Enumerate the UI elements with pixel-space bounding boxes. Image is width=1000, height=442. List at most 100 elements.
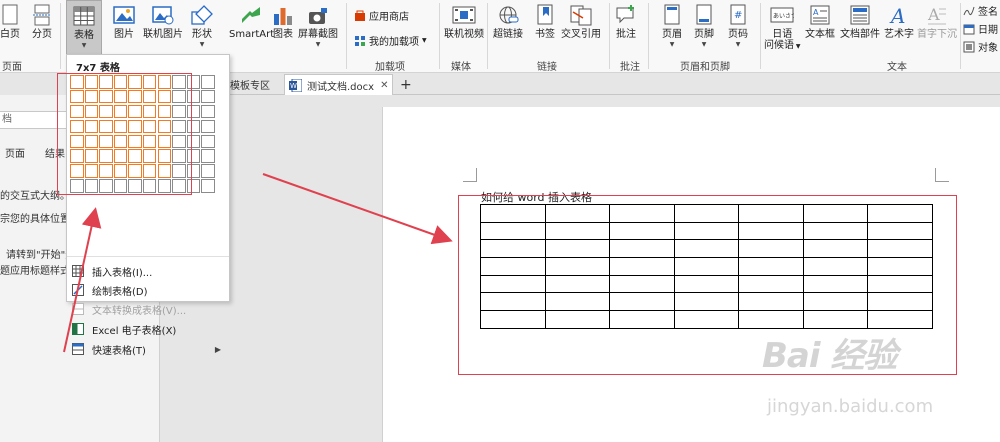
signature-icon [963,5,975,17]
quick-table-icon [72,343,84,355]
excel-sheet-icon [72,323,84,335]
chevron-right-icon: ▶ [214,344,221,354]
store-button[interactable]: 应用商店 [354,8,409,23]
online-video-icon [452,3,476,27]
my-addins-button[interactable]: 我的加载项 ▼ [354,33,427,48]
wordart-icon: A [887,3,911,27]
page-break-icon [30,3,54,27]
store-icon [354,10,366,22]
date-button[interactable]: 日期 [963,21,998,36]
plus-icon: + [400,76,412,93]
grid-cell[interactable] [201,104,215,119]
shapes-button[interactable]: 形状 ▼ [190,0,214,48]
smartart-button[interactable]: SmartArt [229,0,274,41]
footer-button[interactable]: 页脚 ▼ [692,0,716,48]
chart-button[interactable]: 图表 [271,0,295,41]
grid-cell[interactable] [201,134,215,149]
table-label: 表格 [74,30,94,41]
japanese-greeting-button[interactable]: あいさつ 日语 问候语 ▼ [764,0,801,52]
wordart-label: 艺术字 [884,29,914,40]
screenshot-button[interactable]: 屏幕截图 ▼ [298,0,338,48]
smartart-icon [240,3,264,27]
group-label-text: 文本 [887,62,907,73]
object-button[interactable]: 对象 [963,39,998,54]
svg-text:W: W [290,82,297,90]
online-picture-icon [151,3,175,27]
japanese-greeting-label: 日语 问候语 ▼ [764,29,801,52]
draw-table-icon [72,284,84,296]
menu-item-text-to-table[interactable]: 文本转换成表格(V)... [67,299,229,319]
nav-tab-pages[interactable]: 页面 [5,145,25,160]
cross-reference-button[interactable]: 交叉引用 [561,0,601,41]
bookmark-button[interactable]: 书签 [533,0,557,41]
grid-cell[interactable] [201,164,215,178]
add-tab-button[interactable]: + [400,74,412,95]
group-label-addins: 加载项 [375,62,405,73]
header-button[interactable]: 页眉 ▼ [660,0,684,48]
menu-item-label: 插入表格(I)... [92,267,153,279]
online-video-button[interactable]: 联机视频 [444,0,484,41]
tab-document-label: 测试文档.docx [307,81,375,93]
online-video-label: 联机视频 [444,29,484,40]
menu-item-excel-sheet[interactable]: Excel 电子表格(X) [67,319,229,339]
cross-reference-label: 交叉引用 [561,29,601,40]
online-picture-button[interactable]: 联机图片 [143,0,183,41]
menu-item-insert-table[interactable]: 插入表格(I)... [67,261,229,281]
tab-template-label: 模板专区 [230,81,270,92]
table-icon [72,4,96,28]
header-label: 页眉 [662,29,682,40]
group-separator [609,3,610,69]
menu-item-label: 快速表格(T) [92,345,146,357]
insert-table-icon [72,265,84,277]
chevron-down-icon: ▼ [794,43,801,50]
dropcap-button[interactable]: A 首字下沉 [917,0,957,41]
greeting-icon: あいさつ [770,3,794,27]
menu-item-draw-table[interactable]: 绘制表格(D) [67,280,229,300]
grid-cell[interactable] [201,179,215,193]
greeting-label-line2: 问候语 [764,40,794,51]
chevron-down-icon: ▼ [81,42,87,49]
grid-cell[interactable] [201,149,215,163]
menu-item-quick-table[interactable]: 快速表格(T) ▶ [67,339,229,359]
group-label-links: 链接 [537,62,557,73]
group-label-comments: 批注 [620,62,640,73]
hyperlink-icon [496,3,520,27]
table-button[interactable]: 表格 ▼ [66,0,102,56]
page-break-label: 分页 [32,29,52,40]
grid-cell[interactable] [201,119,215,134]
page-break-button[interactable]: 分页 [30,0,54,41]
close-icon[interactable]: ✕ [380,80,388,91]
blank-page-button[interactable]: 白页 [0,0,22,41]
shapes-icon [190,3,214,27]
grid-cell[interactable] [201,75,215,89]
hyperlink-button[interactable]: 超链接 [493,0,523,41]
textbox-button[interactable]: A 文本框 [805,0,835,41]
comment-label: 批注 [616,29,636,40]
my-addins-label: 我的加载项 [369,37,419,48]
chevron-down-icon: ▼ [199,41,205,48]
word-doc-icon: W [289,78,303,92]
picture-button[interactable]: 图片 [112,0,136,41]
page-number-button[interactable]: # 页码 ▼ [726,0,750,48]
group-label-pages: 页面 [2,62,22,73]
wordart-button[interactable]: A 艺术字 [884,0,914,41]
comment-button[interactable]: 批注 [614,0,638,41]
textbox-label: 文本框 [805,29,835,40]
shapes-label: 形状 [192,29,212,40]
hyperlink-label: 超链接 [493,29,523,40]
tab-document[interactable]: W 测试文档.docx ✕ [284,74,394,95]
group-separator [960,3,961,69]
textbox-icon: A [808,3,832,27]
addins-icon [354,35,366,47]
quick-parts-button[interactable]: 文档部件 [840,0,880,41]
object-label: 对象 [978,43,998,54]
signature-button[interactable]: 签名 [963,3,998,18]
tab-template[interactable]: 模板专区 [230,74,270,95]
table-size-header: 7x7 表格 [76,63,120,74]
footer-label: 页脚 [694,29,714,40]
group-separator [760,3,761,69]
text-to-table-icon [72,303,84,315]
grid-cell[interactable] [201,89,215,104]
menu-divider [67,256,229,257]
svg-text:#: # [734,10,742,21]
